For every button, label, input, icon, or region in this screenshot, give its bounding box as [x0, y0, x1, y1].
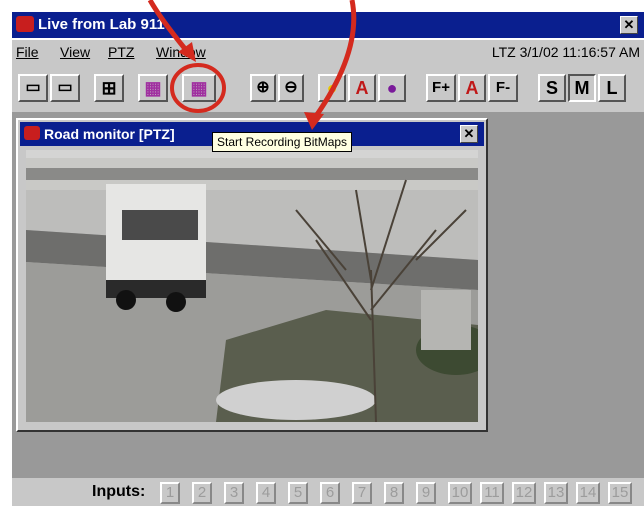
input-button-4[interactable]: 4 — [256, 482, 276, 504]
size-small-button[interactable]: S — [538, 74, 566, 102]
inputs-label: Inputs: — [92, 483, 146, 500]
view-single-button[interactable]: ▭ — [18, 74, 48, 102]
menu-window[interactable]: Window — [156, 44, 206, 60]
iris-purple-button[interactable]: ● — [378, 74, 406, 102]
menu-ptz[interactable]: PTZ — [108, 44, 134, 60]
zoom-in-button[interactable]: ⊕ — [250, 74, 276, 102]
inputs-bar: Inputs: 1 2 3 4 5 6 7 8 9 10 11 12 13 14… — [12, 478, 644, 506]
input-button-12[interactable]: 12 — [512, 482, 536, 504]
main-close-button[interactable]: ✕ — [620, 16, 638, 34]
menu-bar: File View PTZ Window LTZ 3/1/02 11:16:57… — [12, 40, 644, 64]
app-camera-icon — [16, 16, 34, 32]
main-title-bar[interactable]: Live from Lab 911 ✕ — [12, 12, 644, 38]
child-window-title: Road monitor [PTZ] — [44, 126, 175, 142]
input-button-6[interactable]: 6 — [320, 482, 340, 504]
iris-yellow-button[interactable]: ● — [318, 74, 346, 102]
input-button-7[interactable]: 7 — [352, 482, 372, 504]
zoom-out-button[interactable]: ⊖ — [278, 74, 304, 102]
menu-view[interactable]: View — [60, 44, 90, 60]
camera-icon — [24, 126, 40, 140]
toolbar-tooltip: Start Recording BitMaps — [212, 132, 353, 152]
focus-plus-button[interactable]: F+ — [426, 74, 456, 102]
window-title: Live from Lab 911 — [38, 16, 165, 33]
child-close-button[interactable]: ✕ — [460, 125, 478, 143]
video-feed[interactable] — [26, 150, 478, 422]
start-recording-bitmaps-button[interactable]: ▦ — [182, 74, 216, 102]
input-button-1[interactable]: 1 — [160, 482, 180, 504]
clock-readout: LTZ 3/1/02 11:16:57 AM — [491, 44, 640, 60]
focus-minus-button[interactable]: F- — [488, 74, 518, 102]
input-button-10[interactable]: 10 — [448, 482, 472, 504]
auto-focus-button[interactable]: A — [458, 74, 486, 102]
view-quad-button[interactable]: ⊞ — [94, 74, 124, 102]
input-button-13[interactable]: 13 — [544, 482, 568, 504]
road-monitor-window[interactable]: Road monitor [PTZ] ✕ — [16, 118, 488, 432]
input-button-8[interactable]: 8 — [384, 482, 404, 504]
input-button-9[interactable]: 9 — [416, 482, 436, 504]
input-button-11[interactable]: 11 — [480, 482, 504, 504]
input-button-2[interactable]: 2 — [192, 482, 212, 504]
film-strip-button[interactable]: ▦ — [138, 74, 168, 102]
menu-file[interactable]: File — [16, 44, 39, 60]
size-large-button[interactable]: L — [598, 74, 626, 102]
view-double-button[interactable]: ▭ — [50, 74, 80, 102]
video-frame-image — [26, 150, 478, 422]
toolbar: ▭ ▭ ⊞ ▦ ▦ ⊕ ⊖ ● A ● F+ A F- S M L — [12, 64, 644, 112]
input-button-5[interactable]: 5 — [288, 482, 308, 504]
input-button-14[interactable]: 14 — [576, 482, 600, 504]
input-button-3[interactable]: 3 — [224, 482, 244, 504]
auto-iris-button[interactable]: A — [348, 74, 376, 102]
size-medium-button[interactable]: M — [568, 74, 596, 102]
input-button-15[interactable]: 15 — [608, 482, 632, 504]
